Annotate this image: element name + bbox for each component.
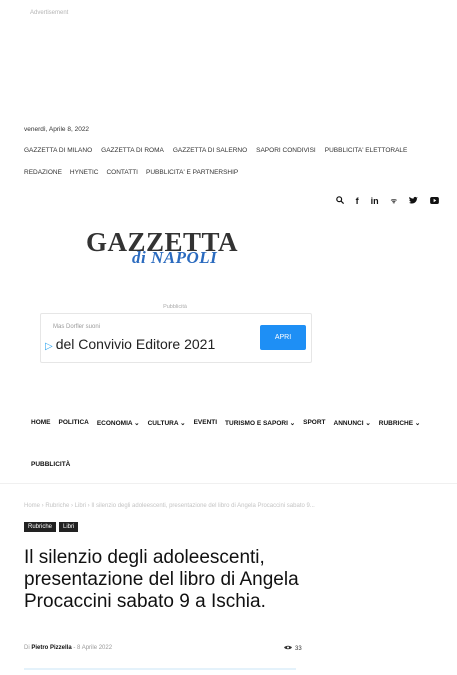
advertisement-label: Advertisement	[30, 10, 69, 16]
nav-rubriche[interactable]: RUBRICHE ⌄	[379, 419, 421, 427]
ad-small-text: Mas Dorfler suoni	[53, 324, 101, 330]
top-links-row-1: GAZZETTA DI MILANO GAZZETTA DI ROMA GAZZ…	[24, 147, 407, 154]
breadcrumb: Home › Rubriche › Libri › Il silenzio de…	[24, 503, 315, 509]
nav-sport[interactable]: SPORT	[303, 419, 325, 427]
view-count-value: 33	[295, 645, 302, 652]
top-links-row-2: REDAZIONE HYNETIC CONTATTI PUBBLICITA' E…	[24, 169, 238, 176]
facebook-icon[interactable]: f	[356, 196, 359, 206]
top-link-redazione[interactable]: REDAZIONE	[24, 169, 62, 176]
top-link-gazzetta-roma[interactable]: GAZZETTA DI ROMA	[101, 147, 164, 154]
linkedin-icon[interactable]: in	[371, 196, 379, 206]
top-link-pubblicita-partnership[interactable]: PUBBLICITA' E PARTNERSHIP	[146, 169, 238, 176]
eye-icon	[284, 645, 292, 652]
nav-home[interactable]: HOME	[31, 419, 51, 427]
logo-sub-text: di NAPOLI	[132, 248, 218, 267]
site-logo[interactable]: GAZZETTA di NAPOLI	[86, 227, 238, 271]
category-tags: Rubriche Libri	[24, 522, 79, 532]
top-link-gazzetta-salerno[interactable]: GAZZETTA DI SALERNO	[173, 147, 247, 154]
view-count: 33	[284, 645, 302, 652]
current-date: venerdì, Aprile 8, 2022	[24, 126, 90, 133]
ad-title[interactable]: ▷ del Convivio Editore 2021	[45, 336, 215, 352]
social-icons: f in ᯤ	[335, 196, 439, 206]
article-title: Il silenzio degli adoleescenti, presenta…	[24, 547, 299, 612]
main-nav: HOME POLITICA ECONOMIA ⌄ CULTURA ⌄ EVENT…	[31, 419, 420, 427]
nav-cultura[interactable]: CULTURA ⌄	[148, 419, 186, 427]
youtube-icon[interactable]	[430, 196, 439, 206]
top-link-hynetic[interactable]: HYNETIC	[70, 169, 99, 176]
category-rubriche[interactable]: Rubriche	[24, 522, 57, 532]
article-byline: Di Pietro Pizzella - 8 Aprile 2022	[24, 645, 112, 651]
play-arrow-icon: ▷	[45, 341, 53, 352]
nav-pubblicita[interactable]: PUBBLICITÀ	[31, 461, 70, 468]
nav-economia[interactable]: ECONOMIA ⌄	[97, 419, 140, 427]
top-link-gazzetta-milano[interactable]: GAZZETTA DI MILANO	[24, 147, 92, 154]
nav-politica[interactable]: POLITICA	[59, 419, 89, 427]
ad-title-text: del Convivio Editore 2021	[55, 336, 216, 352]
top-link-contatti[interactable]: CONTATTI	[106, 169, 138, 176]
nav-eventi[interactable]: EVENTI	[194, 419, 217, 427]
content-progress-line	[24, 668, 296, 670]
nav-annunci[interactable]: ANNUNCI ⌄	[334, 419, 371, 427]
ad-open-button[interactable]: APRI	[260, 325, 306, 350]
rss-icon[interactable]: ᯤ	[391, 197, 397, 206]
divider	[0, 483, 457, 484]
top-link-pubblicita-elettorale[interactable]: PUBBLICITA' ELETTORALE	[325, 147, 408, 154]
nav-turismo-sapori[interactable]: TURISMO E SAPORI ⌄	[225, 419, 295, 427]
author-link[interactable]: Pietro Pizzella	[31, 645, 71, 651]
byline-prefix: Di	[24, 645, 30, 651]
search-icon[interactable]	[335, 196, 344, 206]
category-libri[interactable]: Libri	[59, 522, 79, 532]
publish-date: - 8 Aprile 2022	[73, 645, 113, 651]
top-link-sapori-condivisi[interactable]: SAPORI CONDIVISI	[256, 147, 316, 154]
ad-banner[interactable]: Mas Dorfler suoni ▷ del Convivio Editore …	[40, 313, 312, 363]
twitter-icon[interactable]	[409, 196, 418, 206]
ad-box-label: Pubblicità	[163, 304, 187, 310]
